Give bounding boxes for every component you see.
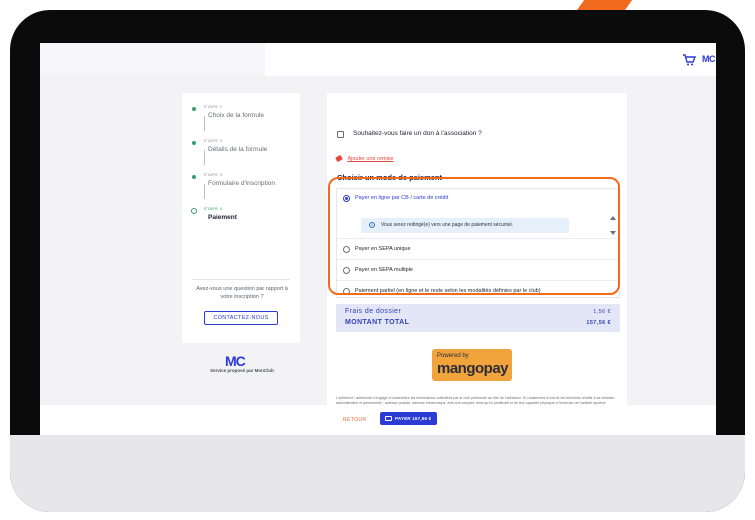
total-label: MONTANT TOTAL [345, 319, 410, 326]
mangopay-powered: Powered by [437, 353, 469, 359]
step-line [204, 116, 205, 131]
action-bar: RETOUR PAYER 157,56 € [40, 405, 716, 435]
step-line [204, 184, 205, 199]
step-current-icon [191, 208, 197, 214]
fees-value: 1,56 € [593, 309, 611, 315]
donation-checkbox[interactable] [337, 131, 344, 138]
step-list: ÉTAPE 1 Choix de la formule ÉTAPE 2 Déta… [191, 103, 292, 239]
contact-button[interactable]: CONTACTEZ-NOUS [204, 311, 278, 325]
divider [192, 279, 290, 280]
step-name: Formulaire d'inscription [208, 180, 275, 187]
step-done-icon [192, 141, 196, 145]
payment-highlight-outline [328, 177, 620, 295]
service-text: Service proposé par MonClub [210, 368, 274, 373]
stage: MC ÉTAPE 1 Choix de la formule ÉTAPE 2 D… [0, 0, 755, 520]
fees-row: Frais de dossier 1,56 € [345, 308, 611, 315]
device-bezel-bottom [10, 435, 745, 512]
tag-icon [335, 155, 343, 163]
donation-label: Souhaitez-vous faire un don à l'associat… [353, 130, 482, 137]
step-name: Détails de la formule [208, 146, 268, 153]
fees-label: Frais de dossier [345, 308, 402, 315]
step-name: Choix de la formule [208, 112, 264, 119]
steps-panel: ÉTAPE 1 Choix de la formule ÉTAPE 2 Déta… [182, 93, 300, 343]
pay-button-label: PAYER 157,56 € [395, 416, 432, 421]
mangopay-name: mangopay [437, 360, 509, 377]
step-3: ÉTAPE 3 Formulaire d'inscription [192, 172, 292, 205]
totals-box: Frais de dossier 1,56 € MONTANT TOTAL 15… [336, 304, 620, 332]
step-1: ÉTAPE 1 Choix de la formule [192, 104, 292, 137]
total-row: MONTANT TOTAL 157,56 € [345, 319, 611, 326]
screen: MC ÉTAPE 1 Choix de la formule ÉTAPE 2 D… [40, 43, 716, 435]
step-2: ÉTAPE 2 Détails de la formule [192, 138, 292, 171]
step-done-icon [192, 107, 196, 111]
brand-mini-logo[interactable]: MC [702, 54, 716, 64]
step-line [204, 150, 205, 165]
help-question: Avez-vous une question par rapport à vot… [196, 286, 288, 300]
back-button[interactable]: RETOUR [343, 417, 366, 423]
step-tag: ÉTAPE 3 [204, 172, 223, 177]
step-tag: ÉTAPE 4 [204, 206, 223, 211]
top-bar: MC [40, 43, 716, 76]
step-done-icon [192, 175, 196, 179]
pay-button[interactable]: PAYER 157,56 € [380, 412, 437, 425]
step-4: ÉTAPE 4 Paiement [191, 206, 292, 239]
step-tag: ÉTAPE 1 [204, 104, 223, 109]
total-value: 157,56 € [586, 320, 611, 326]
promo-link[interactable]: Ajouter une remise [335, 150, 394, 168]
mangopay-badge: Powered by mangopay [432, 349, 512, 381]
top-bar-tab [40, 43, 265, 76]
cart-icon[interactable] [682, 54, 696, 66]
step-name: Paiement [208, 214, 237, 221]
step-tag: ÉTAPE 2 [204, 138, 223, 143]
promo-label: Ajouter une remise [347, 155, 394, 162]
credit-card-icon [385, 415, 392, 421]
brand-logo: MC [225, 353, 246, 369]
tablet-device: MC ÉTAPE 1 Choix de la formule ÉTAPE 2 D… [10, 10, 745, 512]
